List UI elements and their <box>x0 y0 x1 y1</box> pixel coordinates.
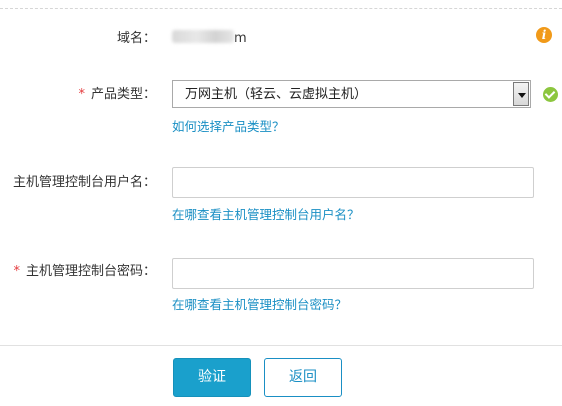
domain-label: 域名： <box>116 31 156 46</box>
username-label: 主机管理控制台用户名： <box>12 175 156 190</box>
password-help-link[interactable]: 在哪查看主机管理控制台密码？ <box>172 297 347 313</box>
chevron-down-icon[interactable] <box>513 82 529 106</box>
info-icon[interactable]: i <box>536 27 552 43</box>
top-divider <box>0 8 562 9</box>
product-type-selected: 万网主机（轻云、云虚拟主机） <box>185 87 368 102</box>
username-help-link[interactable]: 在哪查看主机管理控制台用户名？ <box>172 207 360 223</box>
domain-value: m <box>172 30 247 48</box>
back-button[interactable]: 返回 <box>264 358 342 397</box>
required-mark: * <box>78 87 85 102</box>
password-input[interactable] <box>172 258 534 289</box>
required-mark: * <box>13 264 20 279</box>
blurred-domain-text <box>172 30 234 43</box>
verify-button[interactable]: 验证 <box>173 358 251 397</box>
product-type-label: * 产品类型： <box>78 87 156 102</box>
username-input[interactable] <box>172 167 534 198</box>
bottom-divider <box>0 345 562 346</box>
product-type-select[interactable]: 万网主机（轻云、云虚拟主机） <box>172 80 531 108</box>
check-icon <box>543 87 558 102</box>
product-type-help-link[interactable]: 如何选择产品类型？ <box>172 119 285 135</box>
password-label: * 主机管理控制台密码： <box>13 264 156 279</box>
